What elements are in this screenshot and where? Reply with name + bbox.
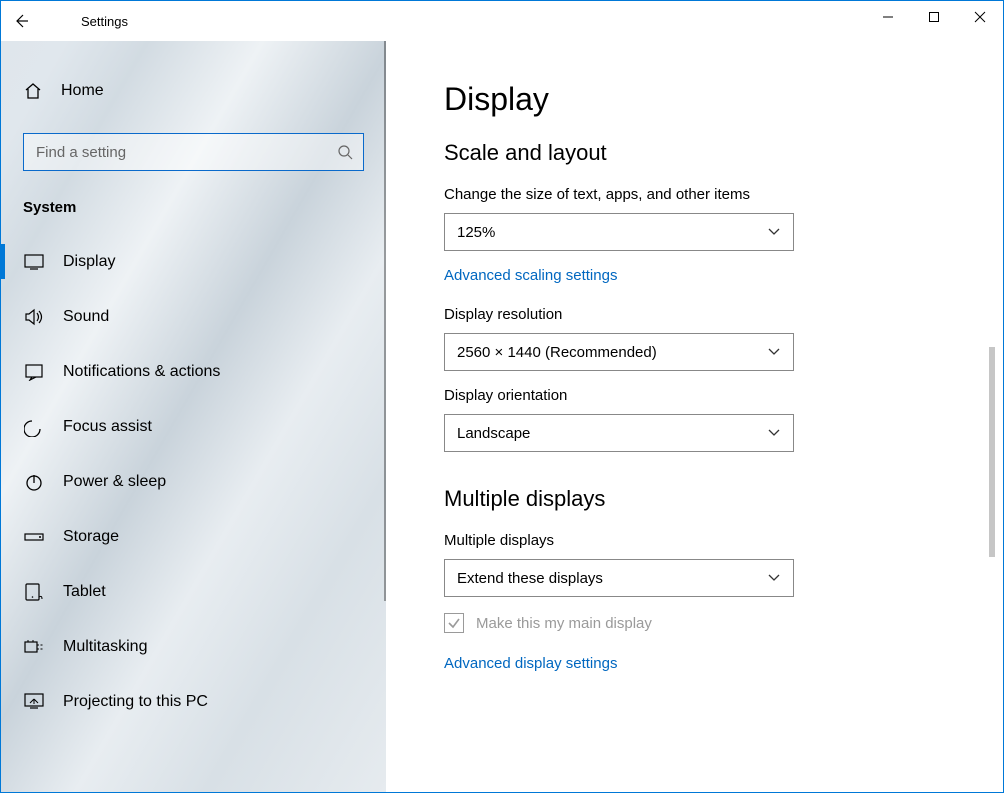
sidebar-item-focus-assist[interactable]: Focus assist <box>1 399 386 454</box>
sidebar-item-label: Storage <box>63 528 119 546</box>
sidebar-item-label: Notifications & actions <box>63 363 220 381</box>
display-icon <box>23 254 45 270</box>
sidebar-item-multitasking[interactable]: Multitasking <box>1 619 386 674</box>
settings-window: Settings Home <box>0 0 1004 793</box>
arrow-left-icon <box>13 13 29 29</box>
chevron-down-icon <box>767 428 781 438</box>
sound-icon <box>23 308 45 326</box>
minimize-icon <box>882 11 894 23</box>
orientation-value: Landscape <box>457 425 530 442</box>
category-heading: System <box>23 199 386 216</box>
sidebar-item-projecting[interactable]: Projecting to this PC <box>1 674 386 729</box>
notifications-icon <box>23 363 45 381</box>
nav-list: Display Sound Notifications & actions <box>1 234 386 729</box>
main-display-checkbox[interactable] <box>444 613 464 633</box>
section-multiple-displays: Multiple displays <box>444 486 1003 512</box>
sidebar-item-tablet[interactable]: Tablet <box>1 564 386 619</box>
maximize-button[interactable] <box>911 1 957 33</box>
chevron-down-icon <box>767 347 781 357</box>
advanced-scaling-link[interactable]: Advanced scaling settings <box>444 267 617 284</box>
sidebar-item-label: Multitasking <box>63 638 147 656</box>
resolution-select[interactable]: 2560 × 1440 (Recommended) <box>444 333 794 371</box>
sidebar-item-label: Display <box>63 253 115 271</box>
sidebar-item-label: Power & sleep <box>63 473 166 491</box>
tablet-icon <box>23 583 45 601</box>
multitasking-icon <box>23 639 45 655</box>
power-icon <box>23 472 45 492</box>
window-controls <box>865 1 1003 33</box>
search-input-wrap[interactable] <box>23 133 364 171</box>
advanced-display-link[interactable]: Advanced display settings <box>444 655 617 672</box>
chevron-down-icon <box>767 227 781 237</box>
resolution-label: Display resolution <box>444 306 1003 323</box>
search-icon <box>337 144 353 160</box>
search-input[interactable] <box>34 143 337 162</box>
main-panel: Display Scale and layout Change the size… <box>386 41 1003 792</box>
main-display-checkbox-label: Make this my main display <box>476 615 652 632</box>
home-icon <box>23 81 43 101</box>
sidebar: Home System <box>1 41 386 792</box>
chevron-down-icon <box>767 573 781 583</box>
scale-select[interactable]: 125% <box>444 213 794 251</box>
section-scale-layout: Scale and layout <box>444 140 1003 166</box>
close-button[interactable] <box>957 1 1003 33</box>
sidebar-item-display[interactable]: Display <box>1 234 386 289</box>
orientation-label: Display orientation <box>444 387 1003 404</box>
sidebar-item-label: Sound <box>63 308 109 326</box>
titlebar: Settings <box>1 1 1003 41</box>
projecting-icon <box>23 693 45 711</box>
page-title: Display <box>444 81 1003 118</box>
main-scrollbar[interactable] <box>983 41 1001 792</box>
back-button[interactable] <box>1 1 41 41</box>
maximize-icon <box>928 11 940 23</box>
sidebar-item-label: Tablet <box>63 583 106 601</box>
close-icon <box>974 11 986 23</box>
scrollbar-thumb[interactable] <box>989 347 995 557</box>
check-icon <box>447 616 461 630</box>
multiple-value: Extend these displays <box>457 570 603 587</box>
scale-value: 125% <box>457 224 495 241</box>
sidebar-item-label: Projecting to this PC <box>63 693 208 711</box>
sidebar-item-storage[interactable]: Storage <box>1 509 386 564</box>
orientation-select[interactable]: Landscape <box>444 414 794 452</box>
home-label: Home <box>61 82 104 100</box>
minimize-button[interactable] <box>865 1 911 33</box>
window-title: Settings <box>81 14 128 29</box>
home-nav[interactable]: Home <box>1 63 386 119</box>
sidebar-item-notifications[interactable]: Notifications & actions <box>1 344 386 399</box>
sidebar-item-power-sleep[interactable]: Power & sleep <box>1 454 386 509</box>
storage-icon <box>23 530 45 544</box>
main-display-checkbox-row: Make this my main display <box>444 613 1003 633</box>
sidebar-item-sound[interactable]: Sound <box>1 289 386 344</box>
focus-assist-icon <box>23 417 45 437</box>
sidebar-item-label: Focus assist <box>63 418 152 436</box>
content-area: Home System <box>1 41 1003 792</box>
resolution-value: 2560 × 1440 (Recommended) <box>457 344 657 361</box>
multiple-label: Multiple displays <box>444 532 1003 549</box>
scale-label: Change the size of text, apps, and other… <box>444 186 1003 203</box>
multiple-displays-select[interactable]: Extend these displays <box>444 559 794 597</box>
